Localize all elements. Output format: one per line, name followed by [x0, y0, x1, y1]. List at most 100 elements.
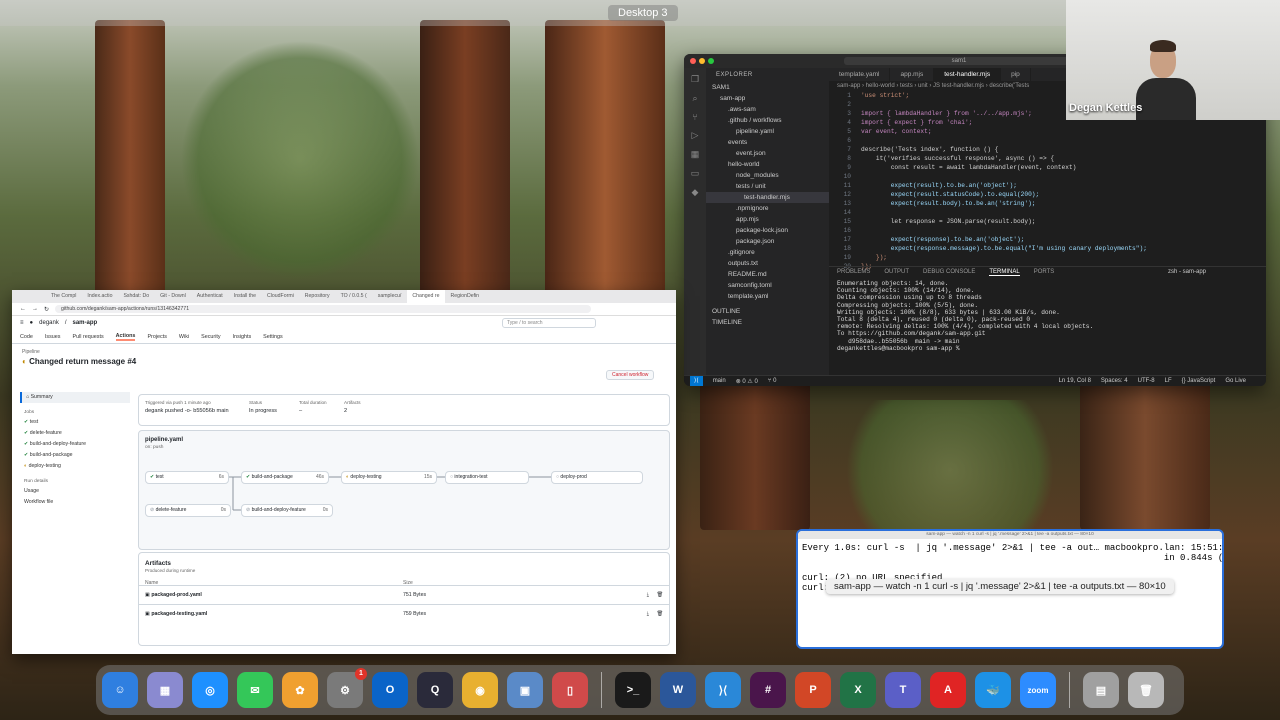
- zoom-window-button[interactable]: [708, 58, 714, 64]
- cursor-position[interactable]: Ln 19, Col 8: [1059, 378, 1091, 384]
- browser-tab[interactable]: TO / 0.0.5 (: [336, 290, 372, 303]
- powerpoint-icon[interactable]: P: [795, 672, 831, 708]
- download-icon[interactable]: ⤓: [647, 605, 649, 623]
- word-icon[interactable]: W: [660, 672, 696, 708]
- teams-icon[interactable]: T: [885, 672, 921, 708]
- repo-nav-settings[interactable]: Settings: [263, 334, 282, 340]
- vscode-icon[interactable]: ⟩⟨: [705, 672, 741, 708]
- graph-job[interactable]: ⊘ delete-feature 0s: [145, 504, 231, 517]
- tree-item[interactable]: .github / workflows: [706, 115, 829, 126]
- branch-indicator[interactable]: main: [713, 378, 726, 384]
- preview-icon[interactable]: ▣: [507, 672, 543, 708]
- back-icon[interactable]: ←: [20, 306, 26, 312]
- artifact-row[interactable]: ▣ packaged-prod.yaml 751 Bytes ⤓ 🗑: [139, 585, 669, 604]
- tree-item[interactable]: hello-world: [706, 159, 829, 170]
- slack-icon[interactable]: #: [750, 672, 786, 708]
- archive-icon[interactable]: ▤: [1083, 672, 1119, 708]
- integrated-terminal[interactable]: Enumerating objects: 14, done. Counting o…: [829, 278, 1266, 354]
- launchpad-icon[interactable]: ▦: [147, 672, 183, 708]
- tree-item[interactable]: event.json: [706, 148, 829, 159]
- artifact-name[interactable]: packaged-testing.yaml: [151, 611, 207, 617]
- panel-tab[interactable]: PROBLEMS: [837, 269, 870, 276]
- tree-item[interactable]: package-lock.json: [706, 225, 829, 236]
- artifact-name[interactable]: packaged-prod.yaml: [151, 592, 201, 598]
- repo-link[interactable]: sam-app: [73, 320, 98, 326]
- artifact-row[interactable]: ▣ packaged-testing.yaml 759 Bytes ⤓ 🗑: [139, 604, 669, 623]
- docker-icon[interactable]: 🐳: [975, 672, 1011, 708]
- reload-icon[interactable]: ↻: [44, 306, 49, 313]
- github-logo-icon[interactable]: ●: [30, 320, 34, 326]
- remote-explorer-icon[interactable]: ▭: [691, 168, 700, 179]
- tree-item[interactable]: outputs.txt: [706, 258, 829, 269]
- browser-tab[interactable]: Git - Downl: [155, 290, 191, 303]
- repo-nav-code[interactable]: Code: [20, 334, 33, 340]
- repo-nav-issues[interactable]: Issues: [45, 334, 61, 340]
- chrome-icon[interactable]: ◉: [462, 672, 498, 708]
- url-field[interactable]: github.com/degank/sam-app/actions/runs/1…: [55, 305, 592, 313]
- extensions-icon[interactable]: ▦: [691, 149, 700, 160]
- delete-icon[interactable]: 🗑: [656, 586, 663, 604]
- tree-item[interactable]: package.json: [706, 236, 829, 247]
- browser-tab[interactable]: The Compl: [46, 290, 81, 303]
- repo-nav-pull-requests[interactable]: Pull requests: [72, 334, 103, 340]
- search-input[interactable]: Type / to search: [502, 318, 596, 328]
- line-ending[interactable]: LF: [1165, 378, 1172, 384]
- graph-job[interactable]: ✔ build-and-package 46s: [241, 471, 329, 484]
- settings-icon[interactable]: ⚙ 1: [327, 668, 367, 708]
- graph-job[interactable]: ○ deploy-prod: [551, 471, 643, 484]
- terminal-icon[interactable]: >_: [615, 672, 651, 708]
- graph-job[interactable]: ✔ test 6s: [145, 471, 229, 484]
- editor-tab[interactable]: template.yaml: [829, 68, 891, 81]
- sidebar-job[interactable]: ◐ deploy-testing: [20, 461, 130, 472]
- browser-window[interactable]: The Compl Index.actio Sshdat: Do Git - Down…: [12, 290, 676, 654]
- quicktime-icon[interactable]: Q: [417, 672, 453, 708]
- ports-indicator[interactable]: ⑂ 0: [768, 378, 777, 384]
- browser-tab[interactable]: Install the: [229, 290, 261, 303]
- tree-item[interactable]: README.md: [706, 269, 829, 280]
- timeline-section[interactable]: TIMELINE: [706, 317, 829, 328]
- tree-item[interactable]: pipeline.yaml: [706, 126, 829, 137]
- outlook-icon[interactable]: O: [372, 672, 408, 708]
- sidebar-job[interactable]: ✔ build-and-package: [20, 450, 130, 461]
- editor-tab[interactable]: pip: [1001, 68, 1031, 81]
- browser-tab[interactable]: Authenticat: [192, 290, 228, 303]
- workflow-link[interactable]: Pipeline: [22, 349, 666, 355]
- tree-item[interactable]: .gitignore: [706, 247, 829, 258]
- remote-indicator[interactable]: ⟩⟨: [690, 376, 703, 386]
- search-icon[interactable]: ⌕: [692, 93, 697, 104]
- artifacts-count-value[interactable]: 2: [344, 408, 361, 414]
- tree-item[interactable]: app.mjs: [706, 214, 829, 225]
- trash-icon[interactable]: 🗑: [1128, 672, 1164, 708]
- terminal-label[interactable]: zsh - sam-app: [1168, 269, 1206, 275]
- graph-job[interactable]: ○ integration-test: [445, 471, 529, 484]
- sidebar-job[interactable]: ✔ delete-feature: [20, 428, 130, 439]
- browser-tab[interactable]: Changed re: [407, 290, 445, 303]
- tree-item[interactable]: sam-app: [706, 93, 829, 104]
- excel-icon[interactable]: X: [840, 672, 876, 708]
- tree-item[interactable]: .npmignore: [706, 203, 829, 214]
- outline-section[interactable]: OUTLINE: [706, 306, 829, 317]
- files-icon[interactable]: ❐: [691, 74, 699, 85]
- tree-item[interactable]: .aws-sam: [706, 104, 829, 115]
- forward-icon[interactable]: →: [32, 306, 38, 312]
- browser-tab[interactable]: samplecu/: [373, 290, 407, 303]
- browser-tab[interactable]: Index.actio: [82, 290, 117, 303]
- summary-link[interactable]: ⌂ Summary: [20, 392, 130, 403]
- sidebar-detail[interactable]: Workflow file: [20, 497, 130, 508]
- delete-icon[interactable]: 🗑: [656, 605, 663, 623]
- acrobat-icon[interactable]: A: [930, 672, 966, 708]
- repo-nav-projects[interactable]: Projects: [147, 334, 166, 340]
- repo-nav-security[interactable]: Security: [201, 334, 220, 340]
- menu-icon[interactable]: ≡: [20, 320, 24, 326]
- tree-item[interactable]: SAM1: [706, 82, 829, 93]
- repo-nav-insights[interactable]: Insights: [233, 334, 252, 340]
- cancel-workflow-button[interactable]: Cancel workflow: [606, 370, 655, 380]
- browser-tab[interactable]: Sshdat: Do: [118, 290, 154, 303]
- repo-nav-wiki[interactable]: Wiki: [179, 334, 189, 340]
- iphone-mirroring-icon[interactable]: ▯: [552, 672, 588, 708]
- sidebar-job[interactable]: ✔ build-and-deploy-feature: [20, 439, 130, 450]
- photos-icon[interactable]: ✿: [282, 672, 318, 708]
- minimize-window-button[interactable]: [699, 58, 705, 64]
- editor-tab[interactable]: test-handler.mjs: [934, 68, 1002, 81]
- repo-nav-actions[interactable]: Actions: [115, 333, 136, 341]
